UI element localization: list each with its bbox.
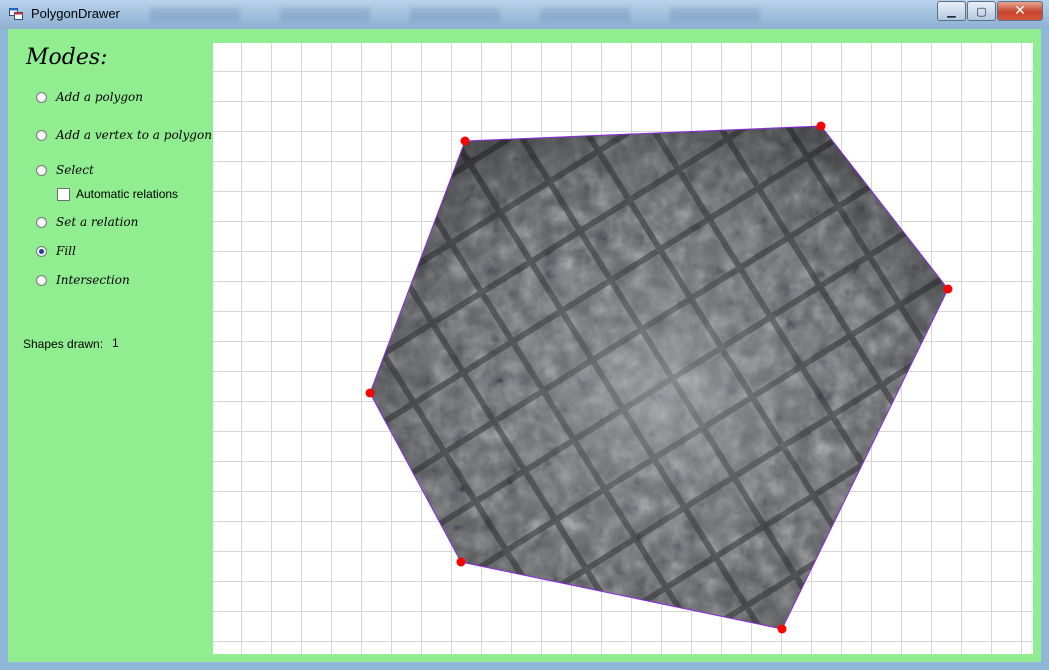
mode-intersection[interactable]: Intersection — [36, 273, 130, 287]
automatic-relations-checkbox[interactable]: Automatic relations — [57, 187, 178, 201]
mode-label: Add a vertex to a polygon — [56, 128, 212, 142]
mode-add-vertex[interactable]: Add a vertex to a polygon — [36, 128, 212, 142]
minimize-icon: ▁ — [947, 4, 956, 18]
polygon-vertex[interactable] — [777, 624, 787, 634]
checkbox-label: Automatic relations — [76, 187, 179, 201]
stone-texture-fill — [370, 126, 948, 629]
checkbox-box[interactable] — [57, 187, 70, 201]
maximize-button[interactable]: ▢ — [967, 1, 996, 21]
drawing-canvas[interactable] — [213, 43, 1033, 654]
modes-title: Modes: — [26, 45, 108, 70]
close-icon: ✕ — [1014, 3, 1026, 19]
title-bar-reflection — [150, 8, 790, 22]
radio-button[interactable] — [36, 91, 47, 103]
app-window-icon[interactable] — [9, 7, 23, 21]
shapes-drawn-label: Shapes drawn: — [23, 337, 104, 351]
mode-add-polygon[interactable]: Add a polygon — [36, 90, 143, 104]
mode-label: Select — [56, 163, 94, 177]
mode-fill[interactable]: Fill — [36, 244, 76, 258]
polygon-layer — [365, 121, 953, 634]
title-bar[interactable]: PolygonDrawer ▁ ▢ ✕ — [0, 0, 1049, 29]
radio-button[interactable] — [36, 274, 47, 286]
mode-label: Add a polygon — [56, 90, 143, 104]
radio-button[interactable] — [36, 129, 47, 141]
mode-label: Set a relation — [56, 215, 139, 229]
polygon-vertex[interactable] — [365, 388, 375, 398]
mode-label: Intersection — [56, 273, 130, 287]
main-form: Modes: Add a polygon Add a vertex to a p… — [8, 29, 1041, 662]
polygon-vertex[interactable] — [816, 121, 826, 131]
minimize-button[interactable]: ▁ — [937, 1, 966, 21]
close-button[interactable]: ✕ — [997, 1, 1043, 21]
mode-set-relation[interactable]: Set a relation — [36, 215, 138, 229]
radio-button-checked[interactable] — [36, 245, 47, 257]
polygon-vertex[interactable] — [460, 136, 470, 146]
radio-button[interactable] — [36, 164, 47, 176]
radio-button[interactable] — [36, 216, 47, 228]
mode-label: Fill — [56, 244, 76, 258]
mode-select[interactable]: Select — [36, 163, 94, 177]
window-title: PolygonDrawer — [31, 6, 120, 21]
window-controls: ▁ ▢ ✕ — [936, 1, 1043, 21]
polygon-vertex[interactable] — [456, 557, 466, 567]
shapes-drawn-count: 1 — [112, 336, 119, 350]
maximize-icon: ▢ — [976, 4, 987, 18]
polygon-vertex[interactable] — [943, 284, 953, 294]
